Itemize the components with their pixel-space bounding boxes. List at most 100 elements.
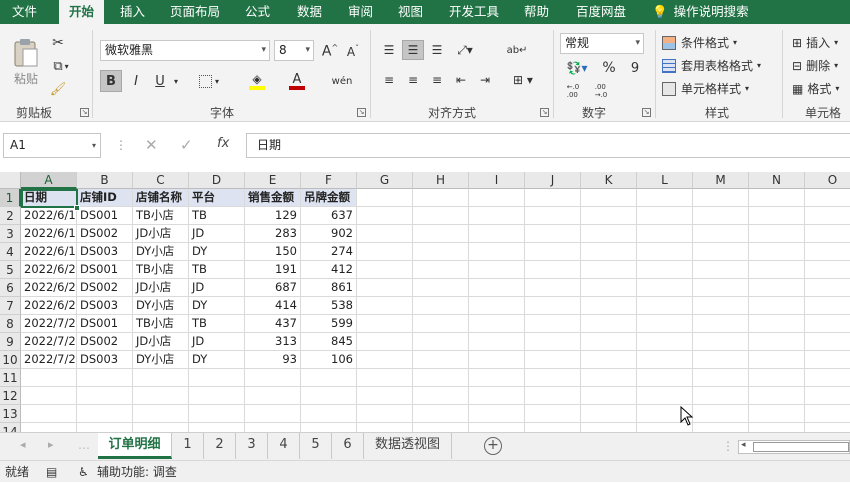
empty-cell[interactable] (469, 243, 525, 261)
empty-cell[interactable] (693, 405, 749, 423)
accounting-format-button[interactable]: 💱▾ (560, 58, 594, 78)
empty-cell[interactable] (77, 387, 133, 405)
add-sheet-button[interactable]: + (484, 437, 502, 455)
empty-cell[interactable] (357, 387, 413, 405)
merge-center-button[interactable]: ⊞ ▾ (506, 70, 540, 90)
align-left-button[interactable]: ≡ (378, 70, 400, 90)
align-top-button[interactable]: ☰ (378, 40, 400, 60)
data-cell[interactable]: 687 (245, 279, 301, 297)
row-header[interactable]: 2 (0, 207, 21, 225)
font-size-select[interactable]: 8 ▾ (274, 40, 314, 61)
data-cell[interactable]: JD (189, 279, 245, 297)
column-header[interactable]: I (469, 172, 525, 189)
row-header[interactable]: 5 (0, 261, 21, 279)
data-cell[interactable]: 2022/7/2 (21, 351, 77, 369)
empty-cell[interactable] (357, 189, 413, 207)
empty-cell[interactable] (749, 225, 805, 243)
empty-cell[interactable] (413, 405, 469, 423)
data-cell[interactable]: DS003 (77, 243, 133, 261)
data-cell[interactable]: DS001 (77, 207, 133, 225)
empty-cell[interactable] (469, 315, 525, 333)
empty-cell[interactable] (693, 297, 749, 315)
sheet-tab[interactable]: 订单明细 (98, 433, 172, 459)
empty-cell[interactable] (357, 225, 413, 243)
data-cell[interactable]: 2022/7/2 (21, 333, 77, 351)
data-cell[interactable]: DS003 (77, 351, 133, 369)
empty-cell[interactable] (581, 297, 637, 315)
empty-cell[interactable] (413, 369, 469, 387)
insert-function-button[interactable]: fx (217, 136, 229, 151)
data-cell[interactable]: 2022/6/1 (21, 243, 77, 261)
empty-cell[interactable] (469, 225, 525, 243)
empty-cell[interactable] (693, 387, 749, 405)
column-header[interactable]: K (581, 172, 637, 189)
row-header[interactable]: 4 (0, 243, 21, 261)
empty-cell[interactable] (581, 243, 637, 261)
empty-cell[interactable] (749, 261, 805, 279)
empty-cell[interactable] (637, 369, 693, 387)
data-cell[interactable]: JD小店 (133, 279, 189, 297)
empty-cell[interactable] (21, 369, 77, 387)
underline-button[interactable]: U (150, 70, 170, 92)
empty-cell[interactable] (805, 333, 850, 351)
decrease-font-button[interactable]: Aˇ (343, 41, 363, 61)
empty-cell[interactable] (469, 333, 525, 351)
empty-cell[interactable] (805, 279, 850, 297)
empty-cell[interactable] (21, 405, 77, 423)
format-cells-button[interactable]: ▦ 格式 ▾ (792, 80, 839, 97)
menu-formulas[interactable]: 公式 (245, 0, 270, 24)
scroll-left-icon[interactable]: ◂ (741, 440, 746, 450)
header-cell[interactable]: 平台 (189, 189, 245, 207)
empty-cell[interactable] (637, 243, 693, 261)
data-cell[interactable]: 845 (301, 333, 357, 351)
empty-cell[interactable] (805, 351, 850, 369)
tabs-overflow-icon[interactable]: … (78, 438, 90, 452)
column-header[interactable]: N (749, 172, 805, 189)
font-name-select[interactable]: 微软雅黑 ▾ (100, 40, 270, 61)
empty-cell[interactable] (21, 387, 77, 405)
data-cell[interactable]: DS001 (77, 261, 133, 279)
data-cell[interactable]: 412 (301, 261, 357, 279)
name-box[interactable]: A1 ▾ (3, 133, 101, 158)
worksheet-grid[interactable]: ABCDEFGHIJKLMNO 1 2 3 4 5 6 7 8 9 10 11 12 13 14 日期 店铺… (0, 172, 850, 432)
cut-button[interactable]: ✂ (47, 34, 69, 52)
empty-cell[interactable] (693, 279, 749, 297)
clipboard-launcher-icon[interactable]: ↘ (80, 108, 89, 117)
empty-cell[interactable] (413, 243, 469, 261)
empty-cell[interactable] (357, 279, 413, 297)
fill-color-button[interactable]: ◈ (240, 70, 274, 92)
data-cell[interactable]: JD小店 (133, 225, 189, 243)
align-right-button[interactable]: ≡ (426, 70, 448, 90)
format-painter-button[interactable]: 🖌 (47, 80, 69, 98)
data-cell[interactable]: TB (189, 315, 245, 333)
empty-cell[interactable] (413, 225, 469, 243)
data-cell[interactable]: 2022/6/2 (21, 279, 77, 297)
data-cell[interactable]: 2022/6/1 (21, 225, 77, 243)
data-cell[interactable]: DS003 (77, 297, 133, 315)
row-header[interactable]: 8 (0, 315, 21, 333)
empty-cell[interactable] (637, 261, 693, 279)
empty-cell[interactable] (77, 423, 133, 432)
empty-cell[interactable] (805, 207, 850, 225)
align-middle-button[interactable]: ☰ (402, 40, 424, 60)
header-cell[interactable]: 吊牌金额 (301, 189, 357, 207)
data-cell[interactable]: DS001 (77, 315, 133, 333)
empty-cell[interactable] (749, 315, 805, 333)
empty-cell[interactable] (357, 243, 413, 261)
increase-indent-button[interactable]: ⇥ (474, 70, 496, 90)
format-as-table-button[interactable]: 套用表格格式 ▾ (662, 57, 761, 74)
empty-cell[interactable] (525, 207, 581, 225)
empty-cell[interactable] (413, 189, 469, 207)
empty-cell[interactable] (581, 189, 637, 207)
empty-cell[interactable] (357, 315, 413, 333)
data-cell[interactable]: DS002 (77, 225, 133, 243)
italic-button[interactable]: I (126, 70, 146, 92)
data-cell[interactable]: JD (189, 333, 245, 351)
empty-cell[interactable] (693, 423, 749, 432)
column-header[interactable]: F (301, 172, 357, 189)
menu-home[interactable]: 开始 (59, 0, 105, 24)
font-color-button[interactable]: A (280, 70, 314, 92)
empty-cell[interactable] (749, 189, 805, 207)
empty-cell[interactable] (525, 189, 581, 207)
empty-cell[interactable] (749, 279, 805, 297)
